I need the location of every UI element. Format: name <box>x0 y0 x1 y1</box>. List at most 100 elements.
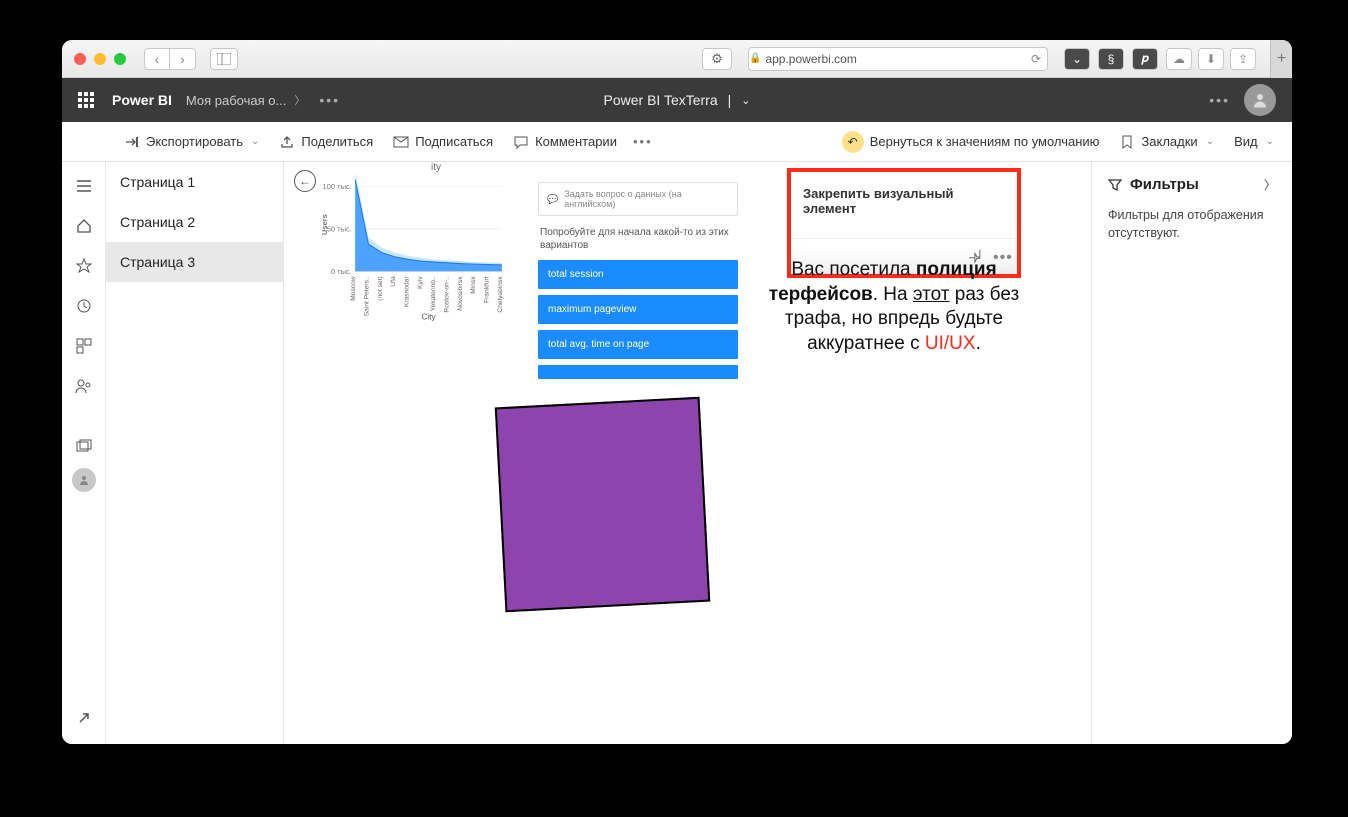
minimize-window-button[interactable] <box>94 53 106 65</box>
subscribe-button[interactable]: Подписаться <box>383 122 503 161</box>
filters-header[interactable]: Фильтры 〉 <box>1108 176 1276 193</box>
filters-empty-text: Фильтры для отображения отсутствуют. <box>1108 207 1276 242</box>
reset-icon: ↶ <box>842 131 864 153</box>
hamburger-button[interactable] <box>64 168 104 204</box>
svg-text:Frankfurt: Frankfurt <box>484 276 491 303</box>
downloads-button[interactable]: ⬇ <box>1198 48 1224 70</box>
lock-icon: 🔒 <box>749 53 761 64</box>
traffic-lights <box>74 53 126 65</box>
workspaces-icon <box>76 439 92 453</box>
comment-icon <box>513 134 529 150</box>
nav-buttons: ‹ › <box>144 48 196 70</box>
workspace-avatar[interactable] <box>72 468 96 492</box>
subscribe-label: Подписаться <box>415 134 493 149</box>
svg-text:Minsk: Minsk <box>470 276 477 294</box>
safari-right-buttons: ☁ ⬇ ⇪ <box>1166 48 1256 70</box>
shape-visual[interactable] <box>495 397 710 612</box>
comments-label: Комментарии <box>535 134 617 149</box>
qna-visual[interactable]: 💬 Задать вопрос о данных (на английском)… <box>538 182 738 385</box>
filters-panel: Фильтры 〉 Фильтры для отображения отсутс… <box>1092 162 1292 744</box>
report-body: Страница 1 Страница 2 Страница 3 ← ity 0… <box>62 162 1292 744</box>
reset-label: Вернуться к значениям по умолчанию <box>870 134 1100 149</box>
pin-tooltip-text: Закрепить визуальный элемент <box>791 172 1017 238</box>
share-button[interactable]: ⇪ <box>1230 48 1256 70</box>
pinterest-icon: 𝒑 <box>1141 51 1148 66</box>
new-tab-button[interactable]: + <box>1270 40 1292 78</box>
workspaces-button[interactable] <box>64 428 104 464</box>
canvas-inner: ← ity 0 тыс.50 тыс.100 тыс.MoscowSaint P… <box>284 162 1091 744</box>
qna-suggest-label: Попробуйте для начала какой-то из этих в… <box>540 226 736 252</box>
pocket-extension-button[interactable]: ⌄ <box>1064 48 1090 70</box>
app-launcher-button[interactable] <box>78 92 94 108</box>
forward-button[interactable]: › <box>170 48 196 70</box>
bookmarks-button[interactable]: Закладки ⌄ <box>1109 122 1224 161</box>
svg-text:Rostov-on-..: Rostov-on-.. <box>444 276 451 312</box>
recent-button[interactable] <box>64 288 104 324</box>
powerbi-header: Power BI Моя рабочая о... 〉 ••• Power BI… <box>62 78 1292 122</box>
breadcrumb-more-button[interactable]: ••• <box>319 92 340 108</box>
qna-suggestion-3[interactable]: total avg. time on page <box>538 330 738 359</box>
back-button[interactable]: ‹ <box>144 48 170 70</box>
share-report-button[interactable]: Поделиться <box>269 122 383 161</box>
qna-suggestion-1[interactable]: total session <box>538 260 738 289</box>
page-tab-1[interactable]: Страница 1 <box>106 162 283 202</box>
divider: | <box>728 92 732 108</box>
home-button[interactable] <box>64 208 104 244</box>
view-label: Вид <box>1234 134 1258 149</box>
apps-button[interactable] <box>64 328 104 364</box>
toolbar-more-button[interactable]: ••• <box>633 134 653 149</box>
shared-button[interactable] <box>64 368 104 404</box>
brand-label: Power BI <box>112 92 172 108</box>
pages-panel: Страница 1 Страница 2 Страница 3 <box>106 162 284 744</box>
pinterest-extension-button[interactable]: 𝒑 <box>1132 48 1158 70</box>
icloud-tabs-button[interactable]: ☁ <box>1166 48 1192 70</box>
svg-text:Chelyabinsk: Chelyabinsk <box>497 276 504 313</box>
share-icon: ⇪ <box>1238 52 1248 66</box>
header-more-button[interactable]: ••• <box>1209 92 1230 108</box>
qna-suggestion-4[interactable] <box>538 365 738 379</box>
browser-window: ‹ › ⚙ 🔒 app.powerbi.com ⟳ ⌄ § 𝒑 ☁ ⬇ ⇪ + … <box>62 40 1292 744</box>
url-bar[interactable]: 🔒 app.powerbi.com ⟳ <box>748 47 1048 71</box>
chevron-down-icon[interactable]: ⌄ <box>741 94 750 107</box>
pocket-icon: ⌄ <box>1072 52 1082 66</box>
comment-icon: 💬 <box>547 194 558 205</box>
chevron-right-icon: 〉 <box>294 92 305 108</box>
person-icon <box>1251 91 1269 109</box>
export-icon <box>124 134 140 150</box>
overlay-text: Вас посетила полиция терфейсов. На этот … <box>759 258 1029 357</box>
favorites-button[interactable] <box>64 248 104 284</box>
close-window-button[interactable] <box>74 53 86 65</box>
get-data-button[interactable] <box>64 700 104 736</box>
bookmarks-label: Закладки <box>1141 134 1197 149</box>
page-tab-2[interactable]: Страница 2 <box>106 202 283 242</box>
workspace-name: Моя рабочая о... <box>186 93 286 108</box>
qna-input[interactable]: 💬 Задать вопрос о данных (на английском) <box>538 182 738 216</box>
reset-button[interactable]: ↶ Вернуться к значениям по умолчанию <box>832 122 1110 161</box>
sidebar-icon <box>217 53 231 65</box>
breadcrumb[interactable]: Моя рабочая о... <box>186 93 286 108</box>
maximize-window-button[interactable] <box>114 53 126 65</box>
comments-button[interactable]: Комментарии <box>503 122 627 161</box>
chevron-down-icon: ⌄ <box>1206 136 1214 147</box>
swirl-icon: § <box>1108 52 1115 66</box>
page-tab-3[interactable]: Страница 3 <box>106 242 283 282</box>
report-canvas: ← ity 0 тыс.50 тыс.100 тыс.MoscowSaint P… <box>284 162 1092 744</box>
people-icon <box>75 378 93 394</box>
sidebar-toggle-button[interactable] <box>210 48 238 70</box>
home-icon <box>76 218 92 234</box>
qna-suggestion-2[interactable]: maximum pageview <box>538 295 738 324</box>
chart-visual[interactable]: ity 0 тыс.50 тыс.100 тыс.MoscowSaint Pet… <box>296 162 526 382</box>
export-button[interactable]: Экспортировать ⌄ <box>114 122 269 161</box>
settings-button[interactable]: ⚙ <box>702 48 732 70</box>
reload-icon[interactable]: ⟳ <box>1031 52 1041 66</box>
svg-text:0 тыс.: 0 тыс. <box>331 267 352 276</box>
gear-icon: ⚙ <box>711 51 723 67</box>
safari-toolbar: ‹ › ⚙ 🔒 app.powerbi.com ⟳ ⌄ § 𝒑 ☁ ⬇ ⇪ + <box>62 40 1292 78</box>
chevron-down-icon: ⌄ <box>1266 136 1274 147</box>
svg-text:Yekaterinb..: Yekaterinb.. <box>430 276 437 311</box>
user-avatar[interactable] <box>1244 84 1276 116</box>
extension-button-2[interactable]: § <box>1098 48 1124 70</box>
svg-text:100 тыс.: 100 тыс. <box>323 182 352 191</box>
view-button[interactable]: Вид ⌄ <box>1224 122 1284 161</box>
svg-text:Users: Users <box>320 214 329 235</box>
